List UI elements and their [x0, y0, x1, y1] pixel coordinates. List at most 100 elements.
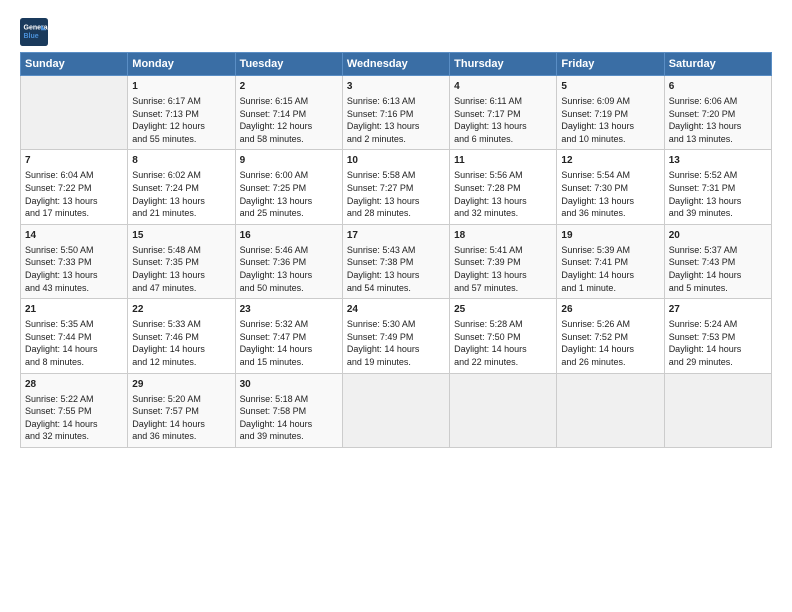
- cell-info-line: Daylight: 13 hours: [561, 195, 659, 208]
- cell-info-line: Sunset: 7:47 PM: [240, 331, 338, 344]
- calendar-cell: 11Sunrise: 5:56 AMSunset: 7:28 PMDayligh…: [450, 150, 557, 224]
- calendar-cell: 10Sunrise: 5:58 AMSunset: 7:27 PMDayligh…: [342, 150, 449, 224]
- cell-info-line: Daylight: 13 hours: [347, 269, 445, 282]
- cell-info-line: and 58 minutes.: [240, 133, 338, 146]
- cell-info-line: Sunset: 7:22 PM: [25, 182, 123, 195]
- calendar-cell: 15Sunrise: 5:48 AMSunset: 7:35 PMDayligh…: [128, 224, 235, 298]
- cell-info-line: Daylight: 14 hours: [669, 343, 767, 356]
- cell-info-line: and 8 minutes.: [25, 356, 123, 369]
- cell-info-line: Sunrise: 6:15 AM: [240, 95, 338, 108]
- cell-info-line: and 26 minutes.: [561, 356, 659, 369]
- day-number: 30: [240, 378, 338, 392]
- calendar-cell: 14Sunrise: 5:50 AMSunset: 7:33 PMDayligh…: [21, 224, 128, 298]
- cell-info-line: and 6 minutes.: [454, 133, 552, 146]
- day-number: 23: [240, 303, 338, 317]
- calendar-body: 1Sunrise: 6:17 AMSunset: 7:13 PMDaylight…: [21, 76, 772, 448]
- cell-info-line: Sunset: 7:25 PM: [240, 182, 338, 195]
- calendar-cell: 16Sunrise: 5:46 AMSunset: 7:36 PMDayligh…: [235, 224, 342, 298]
- cell-info-line: Sunrise: 6:13 AM: [347, 95, 445, 108]
- cell-info-line: Sunset: 7:44 PM: [25, 331, 123, 344]
- calendar-cell: [664, 373, 771, 447]
- cell-info-line: Daylight: 14 hours: [25, 418, 123, 431]
- cell-info-line: Daylight: 13 hours: [25, 195, 123, 208]
- header-friday: Friday: [557, 53, 664, 76]
- calendar-cell: 27Sunrise: 5:24 AMSunset: 7:53 PMDayligh…: [664, 299, 771, 373]
- calendar-cell: 25Sunrise: 5:28 AMSunset: 7:50 PMDayligh…: [450, 299, 557, 373]
- day-number: 11: [454, 154, 552, 168]
- day-number: 28: [25, 378, 123, 392]
- calendar-cell: 23Sunrise: 5:32 AMSunset: 7:47 PMDayligh…: [235, 299, 342, 373]
- page: General Blue SundayMondayTuesdayWednesda…: [0, 0, 792, 612]
- week-row-4: 21Sunrise: 5:35 AMSunset: 7:44 PMDayligh…: [21, 299, 772, 373]
- cell-info-line: Daylight: 14 hours: [132, 343, 230, 356]
- cell-info-line: and 1 minute.: [561, 282, 659, 295]
- day-number: 4: [454, 80, 552, 94]
- header-saturday: Saturday: [664, 53, 771, 76]
- cell-info-line: and 12 minutes.: [132, 356, 230, 369]
- header-thursday: Thursday: [450, 53, 557, 76]
- cell-info-line: and 28 minutes.: [347, 207, 445, 220]
- day-number: 24: [347, 303, 445, 317]
- header-monday: Monday: [128, 53, 235, 76]
- calendar-cell: 1Sunrise: 6:17 AMSunset: 7:13 PMDaylight…: [128, 76, 235, 150]
- header-sunday: Sunday: [21, 53, 128, 76]
- cell-info-line: Sunrise: 5:58 AM: [347, 169, 445, 182]
- cell-info-line: Sunset: 7:38 PM: [347, 256, 445, 269]
- cell-info-line: and 32 minutes.: [25, 430, 123, 443]
- cell-info-line: Sunset: 7:24 PM: [132, 182, 230, 195]
- cell-info-line: Daylight: 13 hours: [454, 120, 552, 133]
- day-number: 7: [25, 154, 123, 168]
- day-number: 1: [132, 80, 230, 94]
- cell-info-line: Daylight: 14 hours: [561, 269, 659, 282]
- cell-info-line: Daylight: 13 hours: [669, 195, 767, 208]
- cell-info-line: Sunset: 7:17 PM: [454, 108, 552, 121]
- header-wednesday: Wednesday: [342, 53, 449, 76]
- calendar-cell: 12Sunrise: 5:54 AMSunset: 7:30 PMDayligh…: [557, 150, 664, 224]
- week-row-5: 28Sunrise: 5:22 AMSunset: 7:55 PMDayligh…: [21, 373, 772, 447]
- week-row-1: 1Sunrise: 6:17 AMSunset: 7:13 PMDaylight…: [21, 76, 772, 150]
- logo: General Blue: [20, 18, 52, 46]
- calendar-cell: 2Sunrise: 6:15 AMSunset: 7:14 PMDaylight…: [235, 76, 342, 150]
- cell-info-line: Daylight: 14 hours: [561, 343, 659, 356]
- cell-info-line: Sunrise: 6:17 AM: [132, 95, 230, 108]
- cell-info-line: Sunset: 7:31 PM: [669, 182, 767, 195]
- calendar-cell: 19Sunrise: 5:39 AMSunset: 7:41 PMDayligh…: [557, 224, 664, 298]
- cell-info-line: Sunset: 7:46 PM: [132, 331, 230, 344]
- cell-info-line: Sunrise: 5:39 AM: [561, 244, 659, 257]
- cell-info-line: Sunrise: 5:54 AM: [561, 169, 659, 182]
- day-number: 6: [669, 80, 767, 94]
- cell-info-line: Sunrise: 5:37 AM: [669, 244, 767, 257]
- header-row: SundayMondayTuesdayWednesdayThursdayFrid…: [21, 53, 772, 76]
- cell-info-line: Sunset: 7:58 PM: [240, 405, 338, 418]
- day-number: 5: [561, 80, 659, 94]
- cell-info-line: Daylight: 13 hours: [454, 195, 552, 208]
- calendar-cell: 28Sunrise: 5:22 AMSunset: 7:55 PMDayligh…: [21, 373, 128, 447]
- cell-info-line: and 39 minutes.: [669, 207, 767, 220]
- cell-info-line: Daylight: 13 hours: [132, 269, 230, 282]
- cell-info-line: Daylight: 12 hours: [240, 120, 338, 133]
- cell-info-line: Daylight: 13 hours: [347, 195, 445, 208]
- calendar-table: SundayMondayTuesdayWednesdayThursdayFrid…: [20, 52, 772, 448]
- cell-info-line: Daylight: 13 hours: [669, 120, 767, 133]
- day-number: 26: [561, 303, 659, 317]
- calendar-cell: [450, 373, 557, 447]
- cell-info-line: Sunrise: 5:50 AM: [25, 244, 123, 257]
- cell-info-line: Sunset: 7:28 PM: [454, 182, 552, 195]
- week-row-2: 7Sunrise: 6:04 AMSunset: 7:22 PMDaylight…: [21, 150, 772, 224]
- cell-info-line: Daylight: 14 hours: [347, 343, 445, 356]
- cell-info-line: Sunset: 7:39 PM: [454, 256, 552, 269]
- day-number: 14: [25, 229, 123, 243]
- cell-info-line: Sunset: 7:55 PM: [25, 405, 123, 418]
- cell-info-line: Sunset: 7:41 PM: [561, 256, 659, 269]
- calendar-cell: 24Sunrise: 5:30 AMSunset: 7:49 PMDayligh…: [342, 299, 449, 373]
- day-number: 2: [240, 80, 338, 94]
- header-tuesday: Tuesday: [235, 53, 342, 76]
- cell-info-line: Daylight: 13 hours: [240, 195, 338, 208]
- cell-info-line: Daylight: 13 hours: [561, 120, 659, 133]
- cell-info-line: and 2 minutes.: [347, 133, 445, 146]
- cell-info-line: Sunrise: 6:11 AM: [454, 95, 552, 108]
- cell-info-line: Sunset: 7:27 PM: [347, 182, 445, 195]
- cell-info-line: Daylight: 12 hours: [132, 120, 230, 133]
- cell-info-line: Sunrise: 5:30 AM: [347, 318, 445, 331]
- day-number: 20: [669, 229, 767, 243]
